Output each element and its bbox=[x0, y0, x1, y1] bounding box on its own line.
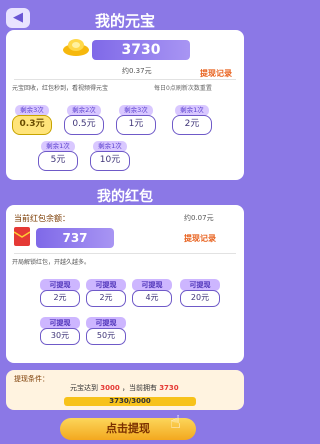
redpacket-option[interactable]: 可提现 30元 bbox=[40, 317, 80, 349]
yuanbao-option[interactable]: 剩余1次 2元 bbox=[172, 105, 212, 139]
option-value: 20元 bbox=[180, 290, 220, 307]
option-value: 30元 bbox=[40, 328, 80, 345]
redpacket-section-title: 我的红包 bbox=[97, 189, 153, 205]
redpacket-option[interactable]: 可提现 4元 bbox=[132, 279, 172, 311]
condition-mid: ，当前拥有 bbox=[121, 384, 157, 392]
page-title: 我的元宝 bbox=[94, 12, 155, 30]
redpacket-balance: 737 bbox=[36, 228, 114, 248]
option-value: 50元 bbox=[86, 328, 126, 345]
gold-ingot-icon bbox=[63, 39, 89, 56]
yuanbao-option[interactable]: 剩余3次 1元 bbox=[116, 105, 156, 139]
yuanbao-option[interactable]: 剩余1次 5元 bbox=[38, 141, 78, 175]
option-value: 2元 bbox=[86, 290, 126, 307]
option-value: 10元 bbox=[90, 151, 130, 171]
yuanbao-option[interactable]: 剩余2次 0.5元 bbox=[64, 105, 104, 139]
yuanbao-tip: 元宝回收，红包秒到，看视频得元宝 bbox=[12, 85, 109, 92]
option-value: 2元 bbox=[172, 115, 212, 135]
yuanbao-approx: 约0.37元 bbox=[122, 67, 152, 75]
condition-current: 3730 bbox=[159, 384, 179, 392]
condition-target: 3000 bbox=[100, 384, 120, 392]
withdraw-condition-card: 提现条件： 元宝达到 3000 ，当前拥有 3730 3730/3000 bbox=[6, 370, 244, 410]
yuanbao-option[interactable]: 剩余3次 0.3元 bbox=[12, 105, 52, 139]
yuanbao-card: 3730 约0.37元 提现记录 元宝回收，红包秒到，看视频得元宝 每日0点刷新… bbox=[6, 30, 244, 180]
yuanbao-option[interactable]: 剩余1次 10元 bbox=[90, 141, 130, 175]
condition-text: 元宝达到 3000 ，当前拥有 3730 bbox=[70, 383, 179, 393]
topbar: ◀ 我的元宝 bbox=[0, 6, 250, 32]
redpacket-tip: 开局解锁红包，开越久越多。 bbox=[12, 259, 91, 266]
divider bbox=[14, 79, 236, 80]
divider bbox=[14, 253, 236, 254]
redpacket-option[interactable]: 可提现 20元 bbox=[180, 279, 220, 311]
redpacket-option[interactable]: 可提现 2元 bbox=[40, 279, 80, 311]
option-value: 2元 bbox=[40, 290, 80, 307]
pointer-hand-icon: ☝ bbox=[170, 412, 181, 433]
option-value: 0.3元 bbox=[12, 115, 52, 135]
red-envelope-icon bbox=[14, 227, 30, 246]
redpacket-approx: 约0.07元 bbox=[184, 214, 214, 222]
condition-label: 提现条件： bbox=[14, 375, 49, 383]
option-value: 4元 bbox=[132, 290, 172, 307]
yuanbao-balance: 3730 bbox=[92, 40, 190, 60]
option-value: 0.5元 bbox=[64, 115, 104, 135]
option-value: 5元 bbox=[38, 151, 78, 171]
redpacket-option[interactable]: 可提现 2元 bbox=[86, 279, 126, 311]
redpacket-option[interactable]: 可提现 50元 bbox=[86, 317, 126, 349]
yuanbao-record-link[interactable]: 提现记录 bbox=[200, 68, 232, 79]
option-value: 1元 bbox=[116, 115, 156, 135]
redpacket-balance-label: 当前红包余额： bbox=[14, 214, 70, 223]
condition-progress-bar: 3730/3000 bbox=[64, 397, 196, 406]
condition-prefix: 元宝达到 bbox=[70, 384, 98, 392]
redpacket-card: 当前红包余额： 约0.07元 737 提现记录 开局解锁红包，开越久越多。 可提… bbox=[6, 205, 244, 363]
daily-reset-tip: 每日0点刷新次数重置 bbox=[154, 85, 212, 92]
redpacket-record-link[interactable]: 提现记录 bbox=[184, 233, 216, 244]
